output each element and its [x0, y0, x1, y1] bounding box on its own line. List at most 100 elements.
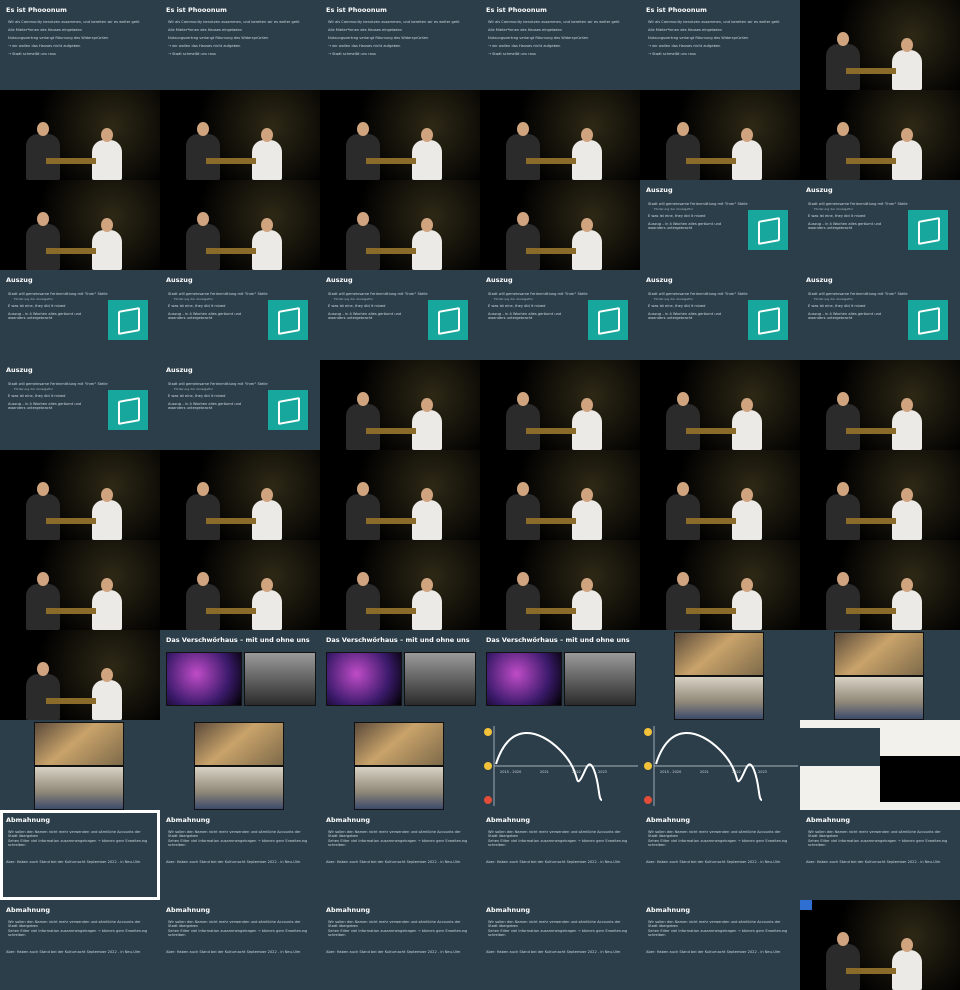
mixed-thumbnail[interactable]	[800, 720, 960, 810]
slide-thumbnail[interactable]: Das Verschwörhaus – mit und ohne uns	[320, 630, 480, 720]
stage-thumbnail[interactable]	[640, 450, 800, 540]
stage-light	[800, 900, 960, 990]
stage-thumbnail[interactable]	[0, 90, 160, 180]
stage-thumbnail[interactable]	[0, 540, 160, 630]
slide-line: Sehen Eilter viel Information zusammenge…	[808, 839, 948, 847]
speaker-right	[252, 500, 282, 540]
slide-thumbnail[interactable]: Es ist Phooonum Wir als Community benutze…	[320, 0, 480, 90]
photo-party	[326, 652, 402, 706]
slide-thumbnail[interactable]	[640, 630, 800, 720]
slide-thumbnail[interactable]: Abmahnung Wir sollen den Namen nicht mehr…	[160, 900, 320, 990]
slide-line: → Stadt schmeißt uns raus	[8, 52, 56, 56]
stage-thumbnail[interactable]	[800, 450, 960, 540]
slide-subline: Förderung der Anzeigeflur	[654, 297, 694, 301]
stage-thumbnail[interactable]	[160, 180, 320, 270]
slide-thumbnail[interactable]: Abmahnung Wir sollen den Namen nicht mehr…	[320, 810, 480, 900]
slide-thumbnail[interactable]: Abmahnung Wir sollen den Namen nicht mehr…	[0, 810, 160, 900]
slide-thumbnail[interactable]: Abmahnung Wir sollen den Namen nicht mehr…	[640, 810, 800, 900]
slide-title: Abmahnung	[166, 906, 211, 914]
house-logo-icon	[908, 300, 948, 340]
slide-thumbnail[interactable]	[800, 630, 960, 720]
slide-thumbnail[interactable]: Abmahnung Wir sollen den Namen nicht mehr…	[0, 900, 160, 990]
slide-footer: Aber: Haben auch Stand bei der Kulturnac…	[166, 860, 301, 864]
speaker-left-head	[357, 482, 369, 496]
slide-subline: Förderung der Anzeigeflur	[814, 207, 854, 211]
slide-line: Auszug – in 4 Wochen alles geräumt und w…	[168, 402, 242, 410]
speaker-right	[732, 410, 762, 450]
stage-thumbnail[interactable]	[320, 540, 480, 630]
speaker-left	[346, 224, 380, 270]
stage-thumbnail[interactable]	[480, 360, 640, 450]
year-label: 2022	[732, 770, 741, 774]
slide-thumbnail[interactable]: Auszug Stadt will gemeinsame Ferienmittlu…	[480, 270, 640, 360]
slide-thumbnail[interactable]: Es ist Phooonum Wir als Community benutze…	[480, 0, 640, 90]
slide-thumbnail[interactable]: Auszug Stadt will gemeinsame Ferienmittlu…	[640, 270, 800, 360]
slide-thumbnail[interactable]: Auszug Stadt will gemeinsame Ferienmittlu…	[0, 360, 160, 450]
speaker-right-head	[101, 578, 113, 592]
speaker-left-head	[37, 122, 49, 136]
slide-thumbnail[interactable]: Abmahnung Wir sollen den Namen nicht mehr…	[320, 900, 480, 990]
slide-thumbnail[interactable]: Auszug Stadt will gemeinsame Ferienmittlu…	[320, 270, 480, 360]
speaker-right	[92, 230, 122, 270]
chart-slide-thumbnail[interactable]: 2015 - 2020 2021 2022 2023	[480, 720, 640, 810]
stage-thumbnail[interactable]	[160, 540, 320, 630]
slide-footer: Aber: Haben auch Stand bei der Kulturnac…	[486, 860, 621, 864]
speaker-right-head	[261, 128, 273, 142]
speaker-right	[892, 50, 922, 90]
stage-thumbnail[interactable]	[800, 360, 960, 450]
stage-thumbnail[interactable]	[800, 540, 960, 630]
slide-thumbnail[interactable]: Auszug Stadt will gemeinsame Ferienmittlu…	[800, 270, 960, 360]
slide-thumbnail[interactable]	[160, 720, 320, 810]
stage-thumbnail[interactable]	[640, 360, 800, 450]
stage-thumbnail[interactable]	[320, 90, 480, 180]
slide-thumbnail[interactable]: Es ist Phooonum Wir als Community benutze…	[0, 0, 160, 90]
slide-line: → wir wollen das Hauses nicht aufgeben	[488, 44, 561, 48]
stage-thumbnail[interactable]	[320, 360, 480, 450]
slide-thumbnail[interactable]: Abmahnung Wir sollen den Namen nicht mehr…	[480, 810, 640, 900]
stage-thumbnail[interactable]	[480, 540, 640, 630]
slide-thumbnail[interactable]: Auszug Stadt will gemeinsame Ferienmittlu…	[640, 180, 800, 270]
slide-thumbnail[interactable]	[0, 720, 160, 810]
chart-slide-thumbnail[interactable]: 2015 - 2020 2021 2022 2023	[640, 720, 800, 810]
stage-thumbnail[interactable]	[640, 540, 800, 630]
slide-line: Sehen Eilter viel Information zusammenge…	[168, 929, 308, 937]
stage-thumbnail[interactable]	[800, 90, 960, 180]
slide-title: Es ist Phooonum	[166, 6, 227, 14]
slide-subline: Förderung der Anzeigeflur	[174, 297, 214, 301]
stage-thumbnail[interactable]	[320, 180, 480, 270]
slide-thumbnail[interactable]: Es ist Phooonum Wir als Community benutze…	[640, 0, 800, 90]
stage-light	[160, 180, 320, 270]
stage-thumbnail[interactable]	[160, 450, 320, 540]
camera-inset	[880, 756, 960, 802]
stage-thumbnail[interactable]	[0, 630, 160, 720]
stage-thumbnail[interactable]	[480, 450, 640, 540]
slide-thumbnail[interactable]: Auszug Stadt will gemeinsame Ferienmittlu…	[160, 360, 320, 450]
stage-thumbnail[interactable]	[800, 900, 960, 990]
speaker-left-head	[837, 122, 849, 136]
slide-line: Wir sollen den Namen nicht mehr verwende…	[648, 920, 781, 928]
slide-thumbnail[interactable]: Auszug Stadt will gemeinsame Ferienmittlu…	[0, 270, 160, 360]
slide-thumbnail[interactable]: Das Verschwörhaus – mit und ohne uns	[160, 630, 320, 720]
stage-thumbnail[interactable]	[0, 180, 160, 270]
stage-thumbnail[interactable]	[0, 450, 160, 540]
stage-thumbnail[interactable]	[160, 90, 320, 180]
slide-line: Wir sollen den Namen nicht mehr verwende…	[488, 920, 621, 928]
stage-thumbnail[interactable]	[480, 90, 640, 180]
photo-empty-hall	[564, 652, 636, 706]
slide-thumbnail[interactable]: Abmahnung Wir sollen den Namen nicht mehr…	[640, 900, 800, 990]
slide-thumbnail[interactable]: Auszug Stadt will gemeinsame Ferienmittlu…	[800, 180, 960, 270]
slide-line: Wir sollen den Namen nicht mehr verwende…	[648, 830, 781, 838]
stage-thumbnail[interactable]	[640, 90, 800, 180]
slide-thumbnail[interactable]: Es ist Phooonum Wir als Community benutze…	[160, 0, 320, 90]
stage-thumbnail[interactable]	[320, 450, 480, 540]
slide-thumbnail[interactable]: Abmahnung Wir sollen den Namen nicht mehr…	[800, 810, 960, 900]
slide-thumbnail[interactable]: Abmahnung Wir sollen den Namen nicht mehr…	[480, 900, 640, 990]
slide-thumbnail[interactable]	[320, 720, 480, 810]
slide-title: Auszug	[486, 276, 513, 284]
slide-thumbnail[interactable]: Auszug Stadt will gemeinsame Ferienmittlu…	[160, 270, 320, 360]
stage-thumbnail[interactable]	[800, 0, 960, 90]
slide-thumbnail[interactable]: Das Verschwörhaus – mit und ohne uns	[480, 630, 640, 720]
desk	[206, 248, 256, 254]
slide-thumbnail[interactable]: Abmahnung Wir sollen den Namen nicht mehr…	[160, 810, 320, 900]
stage-thumbnail[interactable]	[480, 180, 640, 270]
